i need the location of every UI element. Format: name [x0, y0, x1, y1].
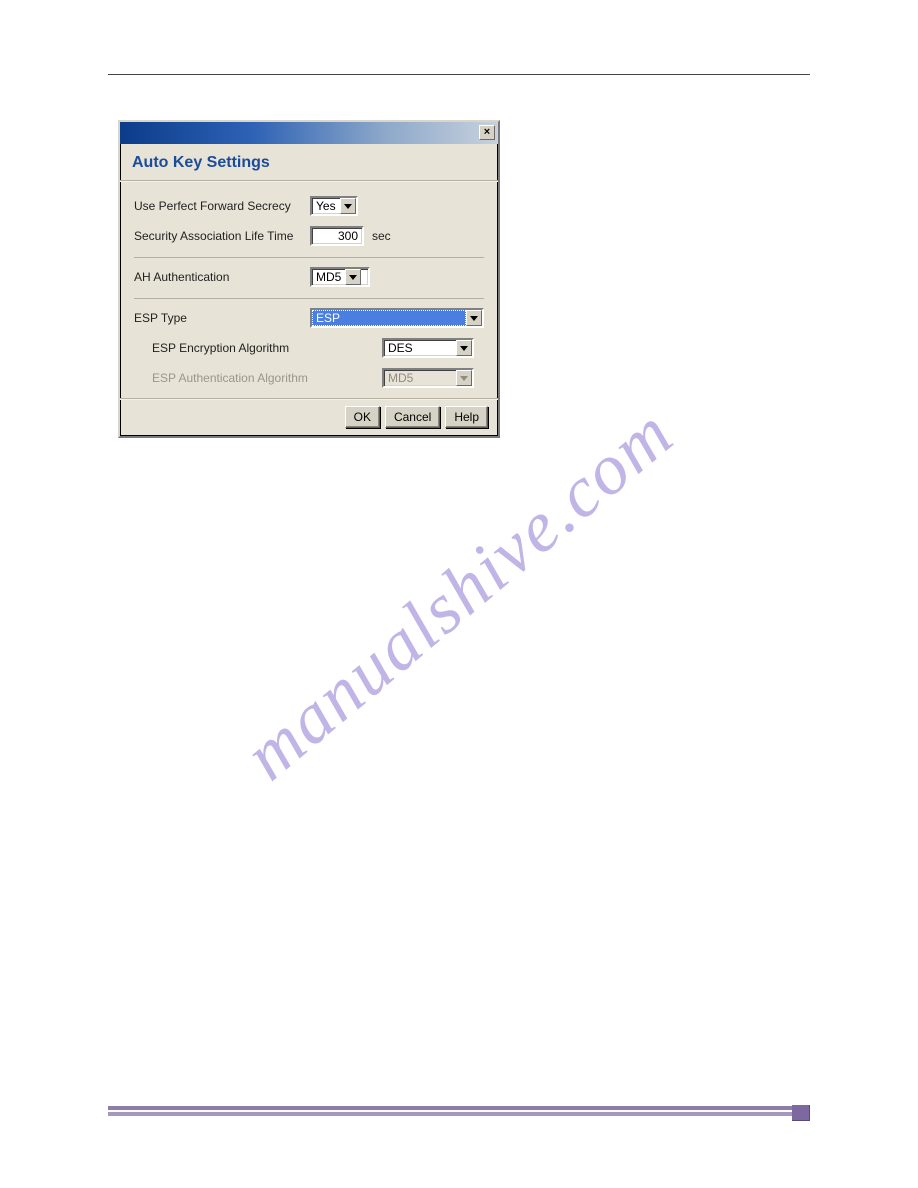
separator [134, 257, 484, 258]
esp-type-select-value: ESP [312, 310, 466, 326]
watermark-text: manualshive.com [229, 391, 690, 796]
ah-select-value: MD5 [312, 269, 345, 285]
lifetime-input[interactable] [310, 226, 364, 246]
row-esp-auth: ESP Authentication Algorithm MD5 [134, 363, 484, 393]
chevron-down-icon [466, 310, 482, 326]
esp-auth-select: MD5 [382, 368, 474, 388]
lifetime-unit: sec [372, 229, 391, 243]
dialog-content: Use Perfect Forward Secrecy Yes Security… [120, 181, 498, 399]
chevron-down-icon [456, 370, 472, 386]
pfs-select[interactable]: Yes [310, 196, 358, 216]
chevron-down-icon [340, 198, 356, 214]
esp-type-label: ESP Type [134, 311, 310, 325]
chevron-down-icon [345, 269, 361, 285]
pfs-select-value: Yes [312, 198, 340, 214]
row-pfs: Use Perfect Forward Secrecy Yes [134, 191, 484, 221]
separator [134, 298, 484, 299]
row-esp-type: ESP Type ESP [134, 303, 484, 333]
ah-label: AH Authentication [134, 270, 310, 284]
chevron-down-icon [456, 340, 472, 356]
cancel-button[interactable]: Cancel [385, 406, 440, 428]
close-icon[interactable]: × [479, 125, 495, 140]
esp-auth-label: ESP Authentication Algorithm [152, 371, 382, 385]
esp-auth-select-value: MD5 [384, 370, 456, 386]
titlebar: × [120, 122, 498, 144]
row-ah: AH Authentication MD5 [134, 262, 484, 292]
esp-enc-select[interactable]: DES [382, 338, 474, 358]
pfs-label: Use Perfect Forward Secrecy [134, 199, 310, 213]
button-row: OK Cancel Help [120, 399, 498, 436]
dialog-title: Auto Key Settings [120, 144, 498, 181]
esp-enc-select-value: DES [384, 340, 456, 356]
row-lifetime: Security Association Life Time sec [134, 221, 484, 251]
page-footer [108, 1106, 810, 1116]
esp-enc-label: ESP Encryption Algorithm [152, 341, 382, 355]
esp-type-select[interactable]: ESP [310, 308, 484, 328]
ah-select[interactable]: MD5 [310, 267, 370, 287]
auto-key-settings-dialog: × Auto Key Settings Use Perfect Forward … [118, 120, 500, 438]
ok-button[interactable]: OK [345, 406, 380, 428]
page-header-rule [108, 74, 810, 75]
lifetime-label: Security Association Life Time [134, 229, 310, 243]
row-esp-enc: ESP Encryption Algorithm DES [134, 333, 484, 363]
help-button[interactable]: Help [445, 406, 488, 428]
